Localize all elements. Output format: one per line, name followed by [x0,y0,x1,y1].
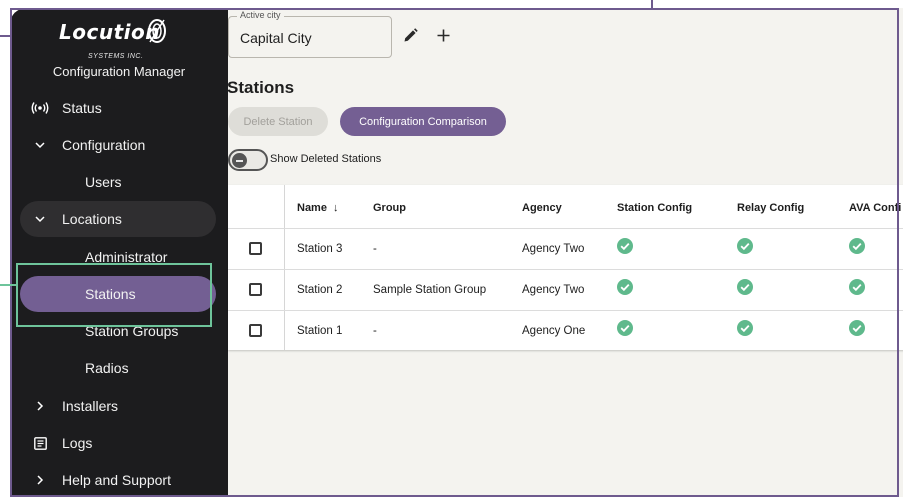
sidebar-item-users[interactable]: Users [20,164,216,200]
configuration-comparison-button[interactable]: Configuration Comparison [340,107,506,136]
app-window: Locution SYSTEMS INC. Configuration Mana… [10,8,903,497]
sidebar-item-label: Configuration [62,137,146,153]
logo-text: Locution [59,20,160,44]
check-circle-icon [617,238,633,259]
sidebar-item-label: Status [62,100,102,116]
sidebar-item-label: Locations [62,211,122,227]
table-row[interactable]: Station 2 Sample Station Group Agency Tw… [228,269,903,310]
check-circle-icon [849,279,865,300]
sidebar-item-label: Logs [62,435,93,451]
column-header-name[interactable]: Name ↓ [297,202,339,214]
broadcast-icon [28,102,52,114]
sidebar-item-locations[interactable]: Locations [20,201,216,237]
document-icon [28,436,52,450]
sidebar-item-status[interactable]: Status [20,90,216,126]
sidebar-item-label: Administrator [85,249,168,265]
check-circle-icon [849,320,865,341]
show-deleted-toggle[interactable] [228,149,268,171]
pencil-icon [403,28,418,48]
sidebar-item-installers[interactable]: Installers [20,388,216,424]
chevron-down-icon [28,215,52,223]
cell-agency: Agency Two [522,243,585,255]
sidebar-item-stations[interactable]: Stations [20,276,216,312]
sidebar-item-station-groups[interactable]: Station Groups [20,313,216,349]
sidebar-item-help[interactable]: Help and Support [20,462,216,497]
check-circle-icon [737,320,753,341]
sort-arrow-down-icon: ↓ [333,202,339,214]
cell-agency: Agency One [522,325,586,337]
sidebar-item-label: Help and Support [62,472,171,488]
logo-mark-icon [148,19,166,43]
delete-station-button[interactable]: Delete Station [228,107,328,136]
cell-group: Sample Station Group [373,284,487,296]
check-circle-icon [737,238,753,259]
column-header-ava-config[interactable]: AVA Confi [849,202,901,214]
column-header-station-config[interactable]: Station Config [617,202,692,214]
sidebar: Locution SYSTEMS INC. Configuration Mana… [10,8,228,497]
sidebar-item-label: Stations [85,286,136,302]
active-city-value: Capital City [240,30,312,46]
table-row[interactable]: Station 1 - Agency One [228,310,903,351]
stations-table: Name ↓ Group Agency Station Config Relay… [228,185,903,350]
check-circle-icon [737,279,753,300]
sidebar-item-label: Users [85,174,122,190]
sidebar-item-administrator[interactable]: Administrator [20,239,216,275]
cell-name: Station 3 [297,243,343,255]
cell-name: Station 1 [297,325,343,337]
sidebar-item-radios[interactable]: Radios [20,350,216,386]
logo-subtext: SYSTEMS INC. [88,53,144,60]
sidebar-item-configuration[interactable]: Configuration [20,127,216,163]
column-header-agency[interactable]: Agency [522,202,562,214]
cell-group: - [373,243,377,255]
check-circle-icon [849,238,865,259]
edit-city-button[interactable] [397,25,423,51]
sidebar-item-label: Station Groups [85,323,179,339]
annotation-line-green [0,284,16,286]
cell-name: Station 2 [297,284,343,296]
cell-group: - [373,325,377,337]
chevron-right-icon [28,475,52,485]
table-row[interactable]: Station 3 - Agency Two [228,228,903,269]
column-header-group[interactable]: Group [373,202,406,214]
row-checkbox[interactable] [249,324,262,337]
sidebar-item-label: Installers [62,398,119,414]
plus-icon [437,29,450,47]
sidebar-item-label: Radios [85,360,129,376]
check-circle-icon [617,320,633,341]
check-circle-icon [617,279,633,300]
show-deleted-label: Show Deleted Stations [270,153,382,165]
active-city-field[interactable]: Active city Capital City [228,10,392,58]
app-name: Configuration Manager [52,64,186,79]
column-header-relay-config[interactable]: Relay Config [737,202,804,214]
toggle-knob [232,153,247,168]
page-title: Stations [227,78,295,97]
active-city-legend: Active city [237,10,284,20]
cell-agency: Agency Two [522,284,585,296]
row-checkbox[interactable] [249,242,262,255]
chevron-right-icon [28,401,52,411]
add-city-button[interactable] [430,25,456,51]
sidebar-item-logs[interactable]: Logs [20,425,216,461]
row-checkbox[interactable] [249,283,262,296]
chevron-down-icon [28,141,52,149]
